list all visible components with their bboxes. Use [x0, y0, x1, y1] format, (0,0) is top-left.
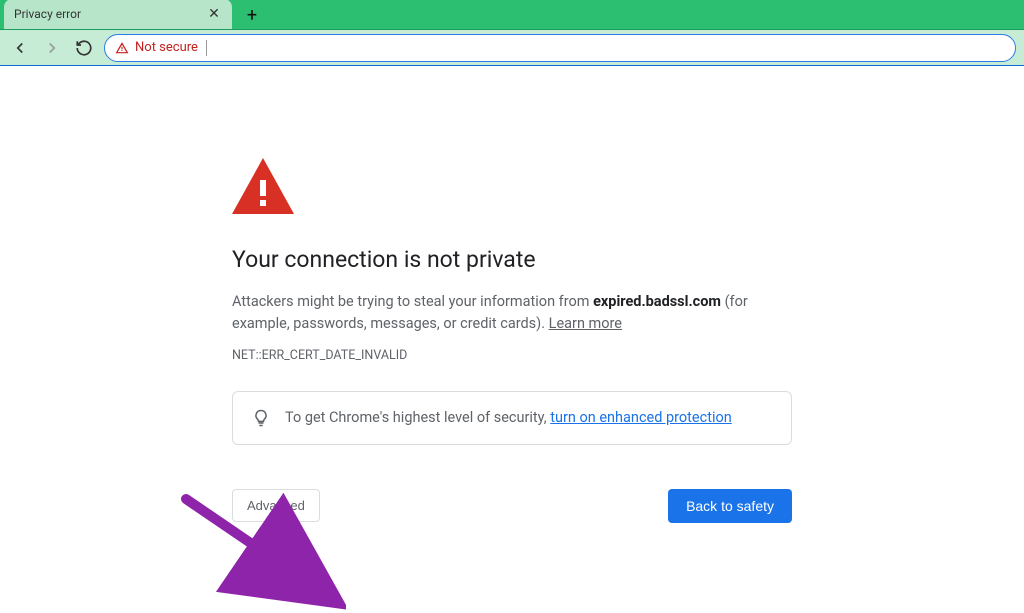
- browser-tab[interactable]: Privacy error ✕: [4, 0, 232, 29]
- address-bar[interactable]: Not secure: [104, 34, 1016, 62]
- back-to-safety-button[interactable]: Back to safety: [668, 489, 792, 523]
- browser-tab-strip: Privacy error ✕ +: [0, 0, 1024, 30]
- page-content: Your connection is not private Attackers…: [0, 66, 1024, 574]
- advanced-button[interactable]: Advanced: [232, 489, 320, 522]
- warning-body: Attackers might be trying to steal your …: [232, 291, 792, 336]
- warning-triangle-icon: [115, 41, 129, 55]
- tip-prefix: To get Chrome's highest level of securit…: [285, 409, 550, 426]
- new-tab-button[interactable]: +: [238, 1, 266, 29]
- enhanced-protection-link[interactable]: turn on enhanced protection: [550, 409, 732, 426]
- security-indicator[interactable]: Not secure: [115, 40, 198, 55]
- reload-button[interactable]: [72, 36, 96, 60]
- arrow-left-icon: [11, 39, 29, 57]
- browser-toolbar: Not secure: [0, 30, 1024, 66]
- text-cursor: [206, 40, 207, 56]
- page-title: Your connection is not private: [232, 246, 792, 273]
- warning-triangle-icon: [232, 158, 792, 218]
- tip-text: To get Chrome's highest level of securit…: [285, 409, 732, 426]
- action-row: Advanced Back to safety: [232, 489, 792, 523]
- lightbulb-icon: [251, 408, 271, 428]
- back-button[interactable]: [8, 36, 32, 60]
- body-domain: expired.badssl.com: [593, 293, 721, 310]
- body-text-prefix: Attackers might be trying to steal your …: [232, 293, 593, 310]
- forward-button[interactable]: [40, 36, 64, 60]
- error-code: NET::ERR_CERT_DATE_INVALID: [232, 348, 792, 363]
- tab-title: Privacy error: [14, 7, 206, 21]
- close-icon[interactable]: ✕: [206, 6, 222, 22]
- reload-icon: [75, 39, 93, 57]
- security-tip-box: To get Chrome's highest level of securit…: [232, 391, 792, 445]
- learn-more-link[interactable]: Learn more: [549, 315, 622, 332]
- security-text: Not secure: [135, 40, 198, 55]
- arrow-right-icon: [43, 39, 61, 57]
